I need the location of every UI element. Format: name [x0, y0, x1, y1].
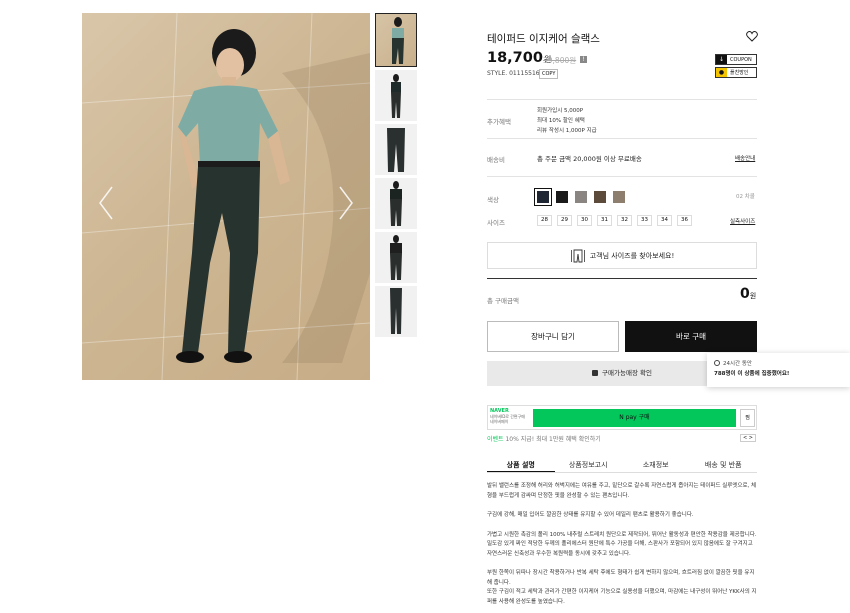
thumbnail-list	[375, 13, 417, 340]
total-label: 총 구매금액	[487, 297, 519, 305]
next-image-arrow-icon[interactable]	[336, 183, 356, 223]
color-label: 색상	[487, 196, 499, 204]
style-code: STYLE. 01115516	[487, 70, 540, 77]
attention-popup: 24시간 동안 788명이 이 상품에 집중했어요!	[707, 353, 850, 387]
benefits-list: 회원가입시 5,000P 최대 10% 할인 혜택 리뷰 작성시 1,000P …	[537, 106, 597, 136]
thumbnail-item[interactable]	[375, 70, 417, 121]
product-title: 테이퍼드 이지케어 슬랙스	[487, 33, 600, 45]
detail-tabs: 상품 설명 상품정보고시 소재정보 배송 및 반품	[487, 458, 757, 473]
model-photo	[82, 13, 370, 380]
naver-pay-button[interactable]: N pay 구매	[533, 409, 736, 427]
size-option[interactable]: 32	[617, 215, 632, 226]
total-amount: 0원	[740, 286, 757, 302]
color-swatch[interactable]	[556, 191, 568, 203]
thumbnail-item[interactable]	[375, 13, 417, 67]
prev-image-arrow-icon[interactable]	[96, 183, 116, 223]
thumbnail-item[interactable]	[375, 232, 417, 283]
size-options: 28 29 30 31 32 33 34 36	[537, 215, 697, 226]
clock-icon	[714, 360, 720, 366]
add-to-cart-button[interactable]: 장바구니 담기	[487, 321, 619, 352]
product-page: 테이퍼드 이지케어 슬랙스 18,700원 39,800원 ! STYLE. 0…	[0, 0, 850, 613]
size-option[interactable]: 28	[537, 215, 552, 226]
size-option[interactable]: 33	[637, 215, 652, 226]
thumbnail-item[interactable]	[375, 124, 417, 175]
description-paragraph: 구김에 강해, 매일 입어도 깔끔한 상태를 유지할 수 있어 데일리 팬츠로 …	[487, 512, 694, 518]
size-label: 사이즈	[487, 219, 505, 227]
size-option[interactable]: 34	[657, 215, 672, 226]
price-info-icon[interactable]: !	[580, 56, 587, 63]
thumbnail-item[interactable]	[375, 178, 417, 229]
size-option[interactable]: 30	[577, 215, 592, 226]
event-nav-arrows[interactable]: < >	[740, 434, 756, 442]
ruler-pants-icon	[570, 249, 585, 262]
visit-button[interactable]: ● 플친방인	[715, 67, 757, 78]
divider	[487, 278, 757, 279]
main-product-image[interactable]	[82, 13, 370, 380]
kakao-icon: ●	[716, 68, 727, 77]
shipping-text: 총 주문 금액 20,000원 이상 무료배송	[537, 155, 642, 163]
lock-icon	[592, 370, 599, 376]
buy-now-button[interactable]: 바로 구매	[625, 321, 757, 352]
divider	[487, 176, 757, 177]
size-finder-button[interactable]: 고객님 사이즈를 찾아보세요!	[487, 242, 757, 269]
color-swatch[interactable]	[534, 188, 552, 206]
description-paragraph: 가볍고 시원한 촉감의 폴리 100% 내추럴 스트레치 원단으로 제작되어, …	[487, 531, 757, 557]
naver-subtext: 네이버ID로 간편구매 네이버페이	[490, 414, 525, 424]
size-chart-link[interactable]: 실측사이즈	[730, 217, 755, 225]
divider	[487, 99, 757, 100]
size-option[interactable]: 36	[677, 215, 692, 226]
color-swatches	[534, 188, 632, 206]
tab-shipping-returns[interactable]: 배송 및 반품	[690, 458, 758, 472]
size-option[interactable]: 29	[557, 215, 572, 226]
color-swatch[interactable]	[613, 191, 625, 203]
description-paragraph: 부원 한쪽이 뒤따나 장시간 착용하거나 반복 세탁 후에도 형태가 쉽게 변하…	[487, 570, 757, 605]
shipping-info-link[interactable]: 배송안내	[735, 154, 755, 162]
original-price: 39,800원	[543, 56, 577, 65]
event-banner[interactable]: 이벤트 10% 지급! 최대 1만원 혜택 확인하기	[487, 434, 601, 443]
size-option[interactable]: 31	[597, 215, 612, 226]
benefits-label: 추가혜택	[487, 118, 511, 126]
shipping-label: 배송비	[487, 156, 505, 164]
color-swatch[interactable]	[575, 191, 587, 203]
color-swatch[interactable]	[594, 191, 606, 203]
coupon-button[interactable]: ↓ COUPON	[715, 54, 757, 65]
product-description: 발뒤 밸런스를 조정해 허리와 허벅지에는 여유를 주고, 밑단으로 갈수록 자…	[487, 482, 757, 613]
benefit-item: 회원가입시 5,000P	[537, 108, 584, 114]
thumbnail-item[interactable]	[375, 286, 417, 337]
naver-pay-box: NAVER 네이버ID로 간편구매 네이버페이 N pay 구매 찜	[487, 405, 757, 430]
tab-description[interactable]: 상품 설명	[487, 458, 555, 472]
naver-zzim-button[interactable]: 찜	[740, 409, 755, 427]
divider	[487, 138, 757, 139]
tab-product-notice[interactable]: 상품정보고시	[555, 458, 623, 472]
product-price: 18,700원	[487, 50, 552, 66]
benefit-item: 최대 10% 할인 혜택	[537, 118, 585, 124]
selected-color-name: 02 차콜	[736, 194, 755, 200]
copy-button[interactable]: COPY	[539, 69, 559, 79]
description-paragraph: 발뒤 밸런스를 조정해 허리와 허벅지에는 여유를 주고, 밑단으로 갈수록 자…	[487, 483, 757, 499]
wishlist-heart-icon[interactable]	[746, 31, 758, 42]
download-icon: ↓	[716, 55, 727, 64]
tab-material[interactable]: 소재정보	[622, 458, 690, 472]
benefit-item: 리뷰 작성시 1,000P 지급	[537, 128, 597, 134]
